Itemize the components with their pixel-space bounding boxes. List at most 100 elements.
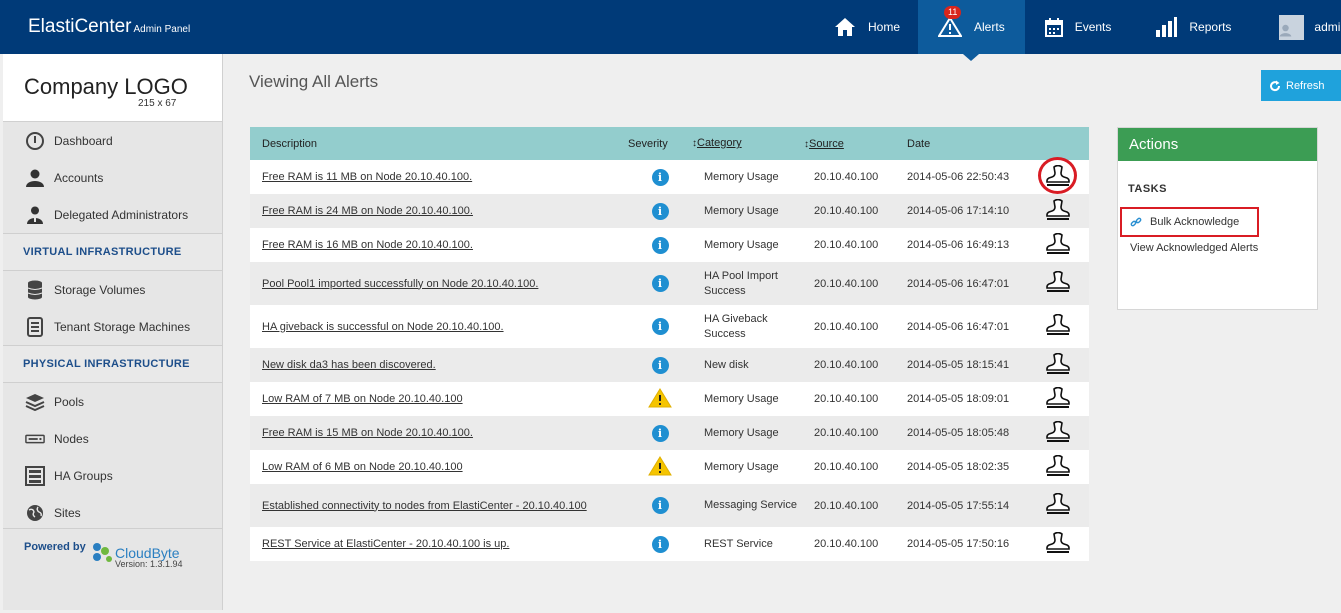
avatar-icon bbox=[1279, 14, 1305, 40]
nav-reports[interactable]: Reports bbox=[1131, 0, 1255, 54]
alerts-table-body: Free RAM is 11 MB on Node 20.10.40.100. i… bbox=[250, 156, 1089, 561]
alert-description-link[interactable]: Free RAM is 15 MB on Node 20.10.40.100. bbox=[262, 427, 473, 439]
sidebar: Company LOGO 215 x 67 Dashboard Accounts… bbox=[3, 54, 223, 610]
sidebar-item-storage-volumes[interactable]: Storage Volumes bbox=[3, 271, 222, 308]
cell-source: 20.10.40.100 bbox=[814, 359, 879, 371]
column-header-category[interactable]: ↕Category bbox=[692, 127, 802, 160]
refresh-button[interactable]: Refresh bbox=[1261, 70, 1341, 101]
bulk-acknowledge-link[interactable]: Bulk Acknowledge bbox=[1120, 207, 1259, 237]
cell-description: Low RAM of 7 MB on Node 20.10.40.100 bbox=[250, 382, 628, 416]
cell-date: 2014-05-05 17:50:16 bbox=[907, 538, 1010, 550]
sidebar-item-dashboard[interactable]: Dashboard bbox=[3, 122, 222, 159]
sidebar-item-label: HA Groups bbox=[54, 468, 113, 483]
cell-category: Memory Usage bbox=[704, 170, 779, 183]
sidebar-item-pools[interactable]: Pools bbox=[3, 383, 222, 420]
cell-source: 20.10.40.100 bbox=[814, 393, 879, 405]
cell-acknowledge bbox=[1027, 194, 1089, 228]
main-nav: Home 11 Alerts Events Reports admin bbox=[816, 0, 1341, 61]
cloudbyte-logo: CloudByte Version: 1.3.1.94 bbox=[91, 543, 183, 569]
user-icon bbox=[25, 168, 45, 188]
alert-description-link[interactable]: HA giveback is successful on Node 20.10.… bbox=[262, 321, 504, 333]
node-icon bbox=[25, 429, 45, 449]
cell-source: 20.10.40.100 bbox=[814, 277, 879, 290]
acknowledge-button[interactable] bbox=[1046, 313, 1070, 339]
alert-description-link[interactable]: Low RAM of 6 MB on Node 20.10.40.100 bbox=[262, 461, 463, 473]
nav-alerts[interactable]: 11 Alerts bbox=[918, 0, 1025, 61]
table-row: REST Service at ElastiCenter - 20.10.40.… bbox=[250, 527, 1089, 561]
version-label: Version: 1.3.1.94 bbox=[115, 559, 183, 569]
brand[interactable]: ElastiCenter Admin Panel bbox=[28, 16, 190, 38]
sidebar-item-delegated-administrators[interactable]: Delegated Administrators bbox=[3, 196, 222, 233]
info-icon: i bbox=[651, 236, 669, 254]
acknowledge-button[interactable] bbox=[1046, 492, 1070, 518]
cell-date: 2014-05-06 16:49:13 bbox=[907, 239, 1010, 251]
table-row: Free RAM is 11 MB on Node 20.10.40.100. i… bbox=[250, 156, 1089, 194]
company-logo[interactable]: Company LOGO 215 x 67 bbox=[3, 54, 222, 122]
sort-source-link[interactable]: Source bbox=[809, 138, 844, 150]
sidebar-item-nodes[interactable]: Nodes bbox=[3, 420, 222, 457]
sidebar-item-label: Storage Volumes bbox=[54, 282, 146, 297]
stamp-icon bbox=[1046, 492, 1070, 514]
alerts-table: Description Severity ↕Category ↕Source D… bbox=[250, 127, 1089, 561]
alert-description-link[interactable]: Free RAM is 11 MB on Node 20.10.40.100. bbox=[262, 171, 472, 183]
sidebar-item-accounts[interactable]: Accounts bbox=[3, 159, 222, 196]
cell-severity bbox=[628, 450, 692, 484]
alert-description-link[interactable]: REST Service at ElastiCenter - 20.10.40.… bbox=[262, 538, 509, 550]
acknowledge-button[interactable] bbox=[1046, 531, 1070, 557]
cell-acknowledge bbox=[1027, 348, 1089, 382]
acknowledge-button[interactable] bbox=[1046, 454, 1070, 480]
cell-acknowledge bbox=[1027, 305, 1089, 348]
sort-category-link[interactable]: Category bbox=[697, 137, 742, 149]
alert-description-link[interactable]: Free RAM is 16 MB on Node 20.10.40.100. bbox=[262, 239, 473, 251]
cell-category: Memory Usage bbox=[704, 460, 779, 473]
alert-description-link[interactable]: Low RAM of 7 MB on Node 20.10.40.100 bbox=[262, 393, 463, 405]
cell-category: Memory Usage bbox=[704, 204, 779, 217]
admin-user-icon bbox=[25, 205, 45, 225]
table-row: Pool Pool1 imported successfully on Node… bbox=[250, 262, 1089, 305]
acknowledge-button[interactable] bbox=[1046, 420, 1070, 446]
acknowledge-button[interactable] bbox=[1046, 270, 1070, 296]
cell-acknowledge bbox=[1027, 156, 1089, 194]
cell-severity: i bbox=[628, 194, 692, 228]
column-header-source[interactable]: ↕Source bbox=[802, 127, 907, 160]
cell-date: 2014-05-05 17:55:14 bbox=[907, 499, 1010, 512]
nav-home[interactable]: Home bbox=[816, 0, 918, 54]
cell-category: HA Giveback Success bbox=[704, 312, 768, 340]
logo-title: Company LOGO bbox=[24, 74, 188, 99]
nav-user-menu[interactable]: admin bbox=[1255, 0, 1341, 54]
info-icon: i bbox=[651, 168, 669, 186]
highlight-circle bbox=[1038, 156, 1077, 194]
cell-acknowledge bbox=[1027, 450, 1089, 484]
acknowledge-button[interactable] bbox=[1046, 232, 1070, 258]
alert-description-link[interactable]: Pool Pool1 imported successfully on Node… bbox=[262, 278, 538, 290]
powered-by: Powered by CloudByte Version: 1.3.1.94 bbox=[3, 528, 222, 569]
globe-icon bbox=[25, 503, 45, 523]
sidebar-item-sites[interactable]: Sites bbox=[3, 494, 222, 531]
table-row: Low RAM of 6 MB on Node 20.10.40.100 Memo… bbox=[250, 450, 1089, 484]
nav-alerts-label: Alerts bbox=[974, 20, 1005, 34]
sidebar-item-tenant-storage-machines[interactable]: Tenant Storage Machines bbox=[3, 308, 222, 345]
home-icon bbox=[835, 18, 855, 36]
cell-description: HA giveback is successful on Node 20.10.… bbox=[250, 305, 628, 348]
acknowledge-button[interactable] bbox=[1046, 198, 1070, 224]
alert-description-link[interactable]: New disk da3 has been discovered. bbox=[262, 359, 436, 371]
stamp-icon bbox=[1046, 531, 1070, 553]
acknowledge-button[interactable] bbox=[1038, 156, 1077, 194]
column-header-acknowledge bbox=[1027, 127, 1089, 160]
cell-severity: i bbox=[628, 527, 692, 561]
acknowledge-button[interactable] bbox=[1046, 386, 1070, 412]
cell-source: 20.10.40.100 bbox=[814, 171, 879, 183]
alert-description-link[interactable]: Free RAM is 24 MB on Node 20.10.40.100. bbox=[262, 205, 473, 217]
nav-events[interactable]: Events bbox=[1025, 0, 1132, 54]
cell-acknowledge bbox=[1027, 484, 1089, 527]
sidebar-item-ha-groups[interactable]: HA Groups bbox=[3, 457, 222, 494]
brand-name: ElastiCenter bbox=[28, 16, 132, 37]
alert-description-link[interactable]: Established connectivity to nodes from E… bbox=[262, 500, 587, 512]
cell-date: 2014-05-06 22:50:43 bbox=[907, 171, 1010, 183]
acknowledge-button[interactable] bbox=[1046, 352, 1070, 378]
cell-category: Memory Usage bbox=[704, 238, 779, 251]
cell-source: 20.10.40.100 bbox=[814, 320, 879, 333]
actions-panel: Actions TASKS Bulk Acknowledge View Ackn… bbox=[1117, 127, 1318, 310]
view-acknowledged-alerts-link[interactable]: View Acknowledged Alerts bbox=[1130, 242, 1258, 254]
stamp-icon bbox=[1046, 313, 1070, 335]
